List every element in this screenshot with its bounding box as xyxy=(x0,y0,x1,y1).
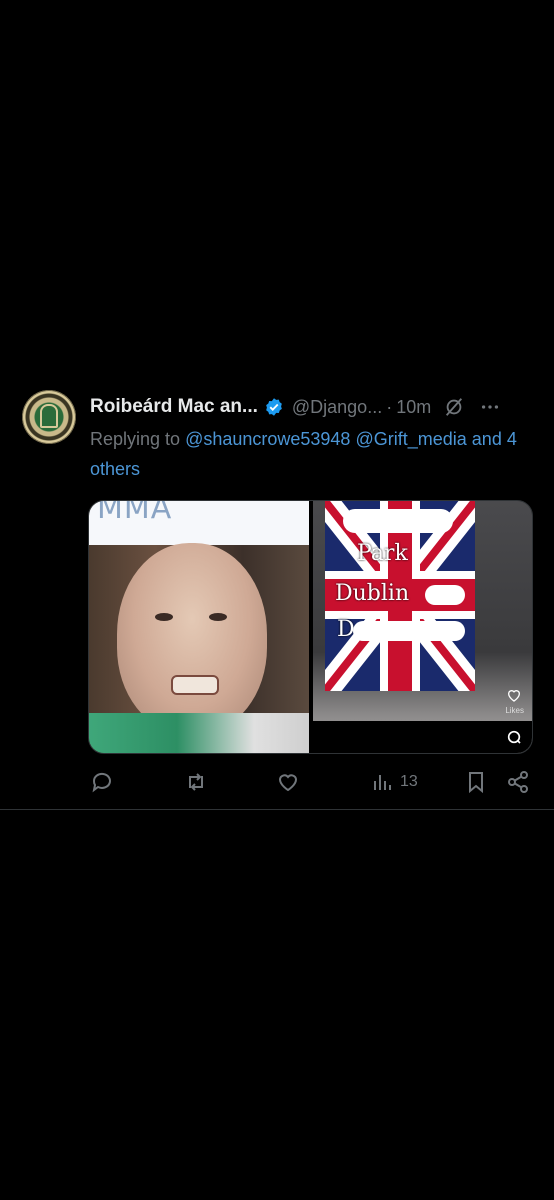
verified-badge-icon xyxy=(266,398,282,416)
author-handle[interactable]: @Django... xyxy=(292,397,382,418)
share-icon xyxy=(508,771,528,793)
more-options-icon[interactable] xyxy=(479,396,501,418)
media-grid: MMA Park Dublin D Likes xyxy=(88,500,533,754)
sign-text: D xyxy=(337,617,355,642)
bookmark-button[interactable] xyxy=(464,768,488,796)
avatar[interactable] xyxy=(22,390,76,444)
replying-prefix: Replying to xyxy=(90,429,186,449)
views-count: 13 xyxy=(400,773,418,790)
replying-to: Replying to @shauncrowe53948 @Grift_medi… xyxy=(90,424,530,484)
reply-button[interactable] xyxy=(90,768,114,796)
eye xyxy=(209,613,227,621)
like-button[interactable] xyxy=(276,768,300,796)
shirt xyxy=(89,713,309,753)
tweet[interactable]: Roibeárd Mac an... @Django... · 10m Repl… xyxy=(0,378,554,810)
reply-icon xyxy=(92,772,111,793)
tweet-actions: 13 xyxy=(90,768,532,796)
redaction-mask xyxy=(343,509,453,533)
media-image-2[interactable]: Park Dublin D Likes xyxy=(313,501,532,753)
portrait-face xyxy=(117,543,267,733)
harp-logo-icon xyxy=(40,404,58,428)
grok-icon[interactable] xyxy=(443,396,465,418)
redaction-mask xyxy=(353,621,465,641)
image-bottom-bar xyxy=(313,721,532,753)
views-icon xyxy=(374,775,391,790)
tweet-header: Roibeárd Mac an... @Django... · 10m xyxy=(90,394,536,420)
redaction-mask xyxy=(425,585,465,605)
views-button[interactable]: 13 xyxy=(370,768,418,796)
bookmark-icon xyxy=(469,772,483,794)
media-image-1[interactable]: MMA xyxy=(89,501,309,753)
mention-link[interactable]: @Grift_media xyxy=(355,429,466,449)
retweet-button[interactable] xyxy=(184,768,208,796)
tweet-time[interactable]: 10m xyxy=(396,397,431,418)
share-button[interactable] xyxy=(506,768,530,796)
eye xyxy=(155,613,173,621)
sign-text: Park xyxy=(357,541,408,566)
mention-link[interactable]: @shauncrowe53948 xyxy=(185,429,350,449)
retweet-icon xyxy=(189,773,203,791)
search-icon xyxy=(507,730,521,744)
sign-text: Dublin xyxy=(335,581,410,606)
tweet-separator xyxy=(0,809,554,810)
likes-label: Likes xyxy=(505,706,524,715)
image-banner-text: MMA xyxy=(97,501,173,526)
mouth xyxy=(171,675,219,695)
separator-dot: · xyxy=(386,396,393,417)
heart-icon xyxy=(278,774,298,792)
author-name[interactable]: Roibeárd Mac an... xyxy=(90,396,258,418)
heart-icon xyxy=(507,690,521,702)
